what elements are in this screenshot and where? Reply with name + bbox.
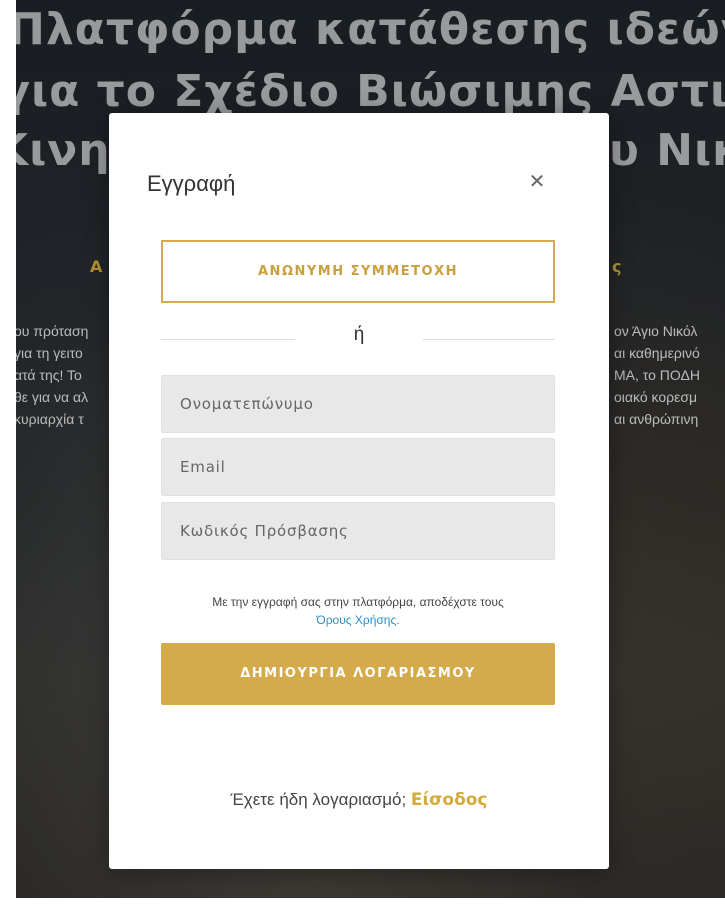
background-paragraph-left: ου πρόταση για τη γειτο ατά της! Το: [16, 323, 89, 383]
hero-subheading-left: Α: [90, 257, 103, 276]
terms-text: Με την εγγραφή σας στην πλατφόρμα, αποδέ…: [212, 595, 504, 609]
fullname-input[interactable]: [161, 375, 555, 433]
background-paragraph-right: ον Άγιο Νικόλ αι καθημερινό ΜΑ, το ΠΟΔΗ: [614, 323, 700, 383]
login-prompt-line: Έχετε ήδη λογαριασμό; Είσοδος: [109, 790, 609, 810]
login-link[interactable]: Είσοδος: [411, 790, 488, 810]
hero-title-line-1: Πλατφόρμα κατάθεσης ιδεών: [16, 4, 725, 55]
hero-subheading-right: ς: [612, 257, 622, 276]
hero-title-line-2: για το Σχέδιο Βιώσιμης Αστικής: [16, 66, 725, 117]
divider-right: [423, 339, 555, 340]
terms-of-use-link[interactable]: Όρους Χρήσης.: [316, 613, 399, 627]
anonymous-participation-button[interactable]: ΑΝΩΝΥΜΗ ΣΥΜΜΕΤΟΧΗ: [161, 240, 555, 303]
password-input[interactable]: [161, 502, 555, 560]
terms-notice: Με την εγγραφή σας στην πλατφόρμα, αποδέ…: [161, 593, 555, 629]
login-prompt-text: Έχετε ήδη λογαριασμό;: [230, 790, 407, 809]
signup-modal: Εγγραφή ✕ ΑΝΩΝΥΜΗ ΣΥΜΜΕΤΟΧΗ ή Με την εγγ…: [109, 113, 609, 869]
background-paragraph-right-2: οιακό κορεσμ αι ανθρώπινη: [614, 389, 699, 427]
or-separator: ή: [353, 324, 365, 345]
divider-left: [161, 339, 295, 340]
close-icon[interactable]: ✕: [523, 167, 551, 195]
email-input[interactable]: [161, 438, 555, 496]
modal-title: Εγγραφή: [147, 171, 236, 196]
create-account-button[interactable]: ΔΗΜΙΟΥΡΓΙΑ ΛΟΓΑΡΙΑΣΜΟΥ: [161, 643, 555, 705]
background-paragraph-left-2: θε για να αλ κυριαρχία τ: [16, 389, 89, 427]
